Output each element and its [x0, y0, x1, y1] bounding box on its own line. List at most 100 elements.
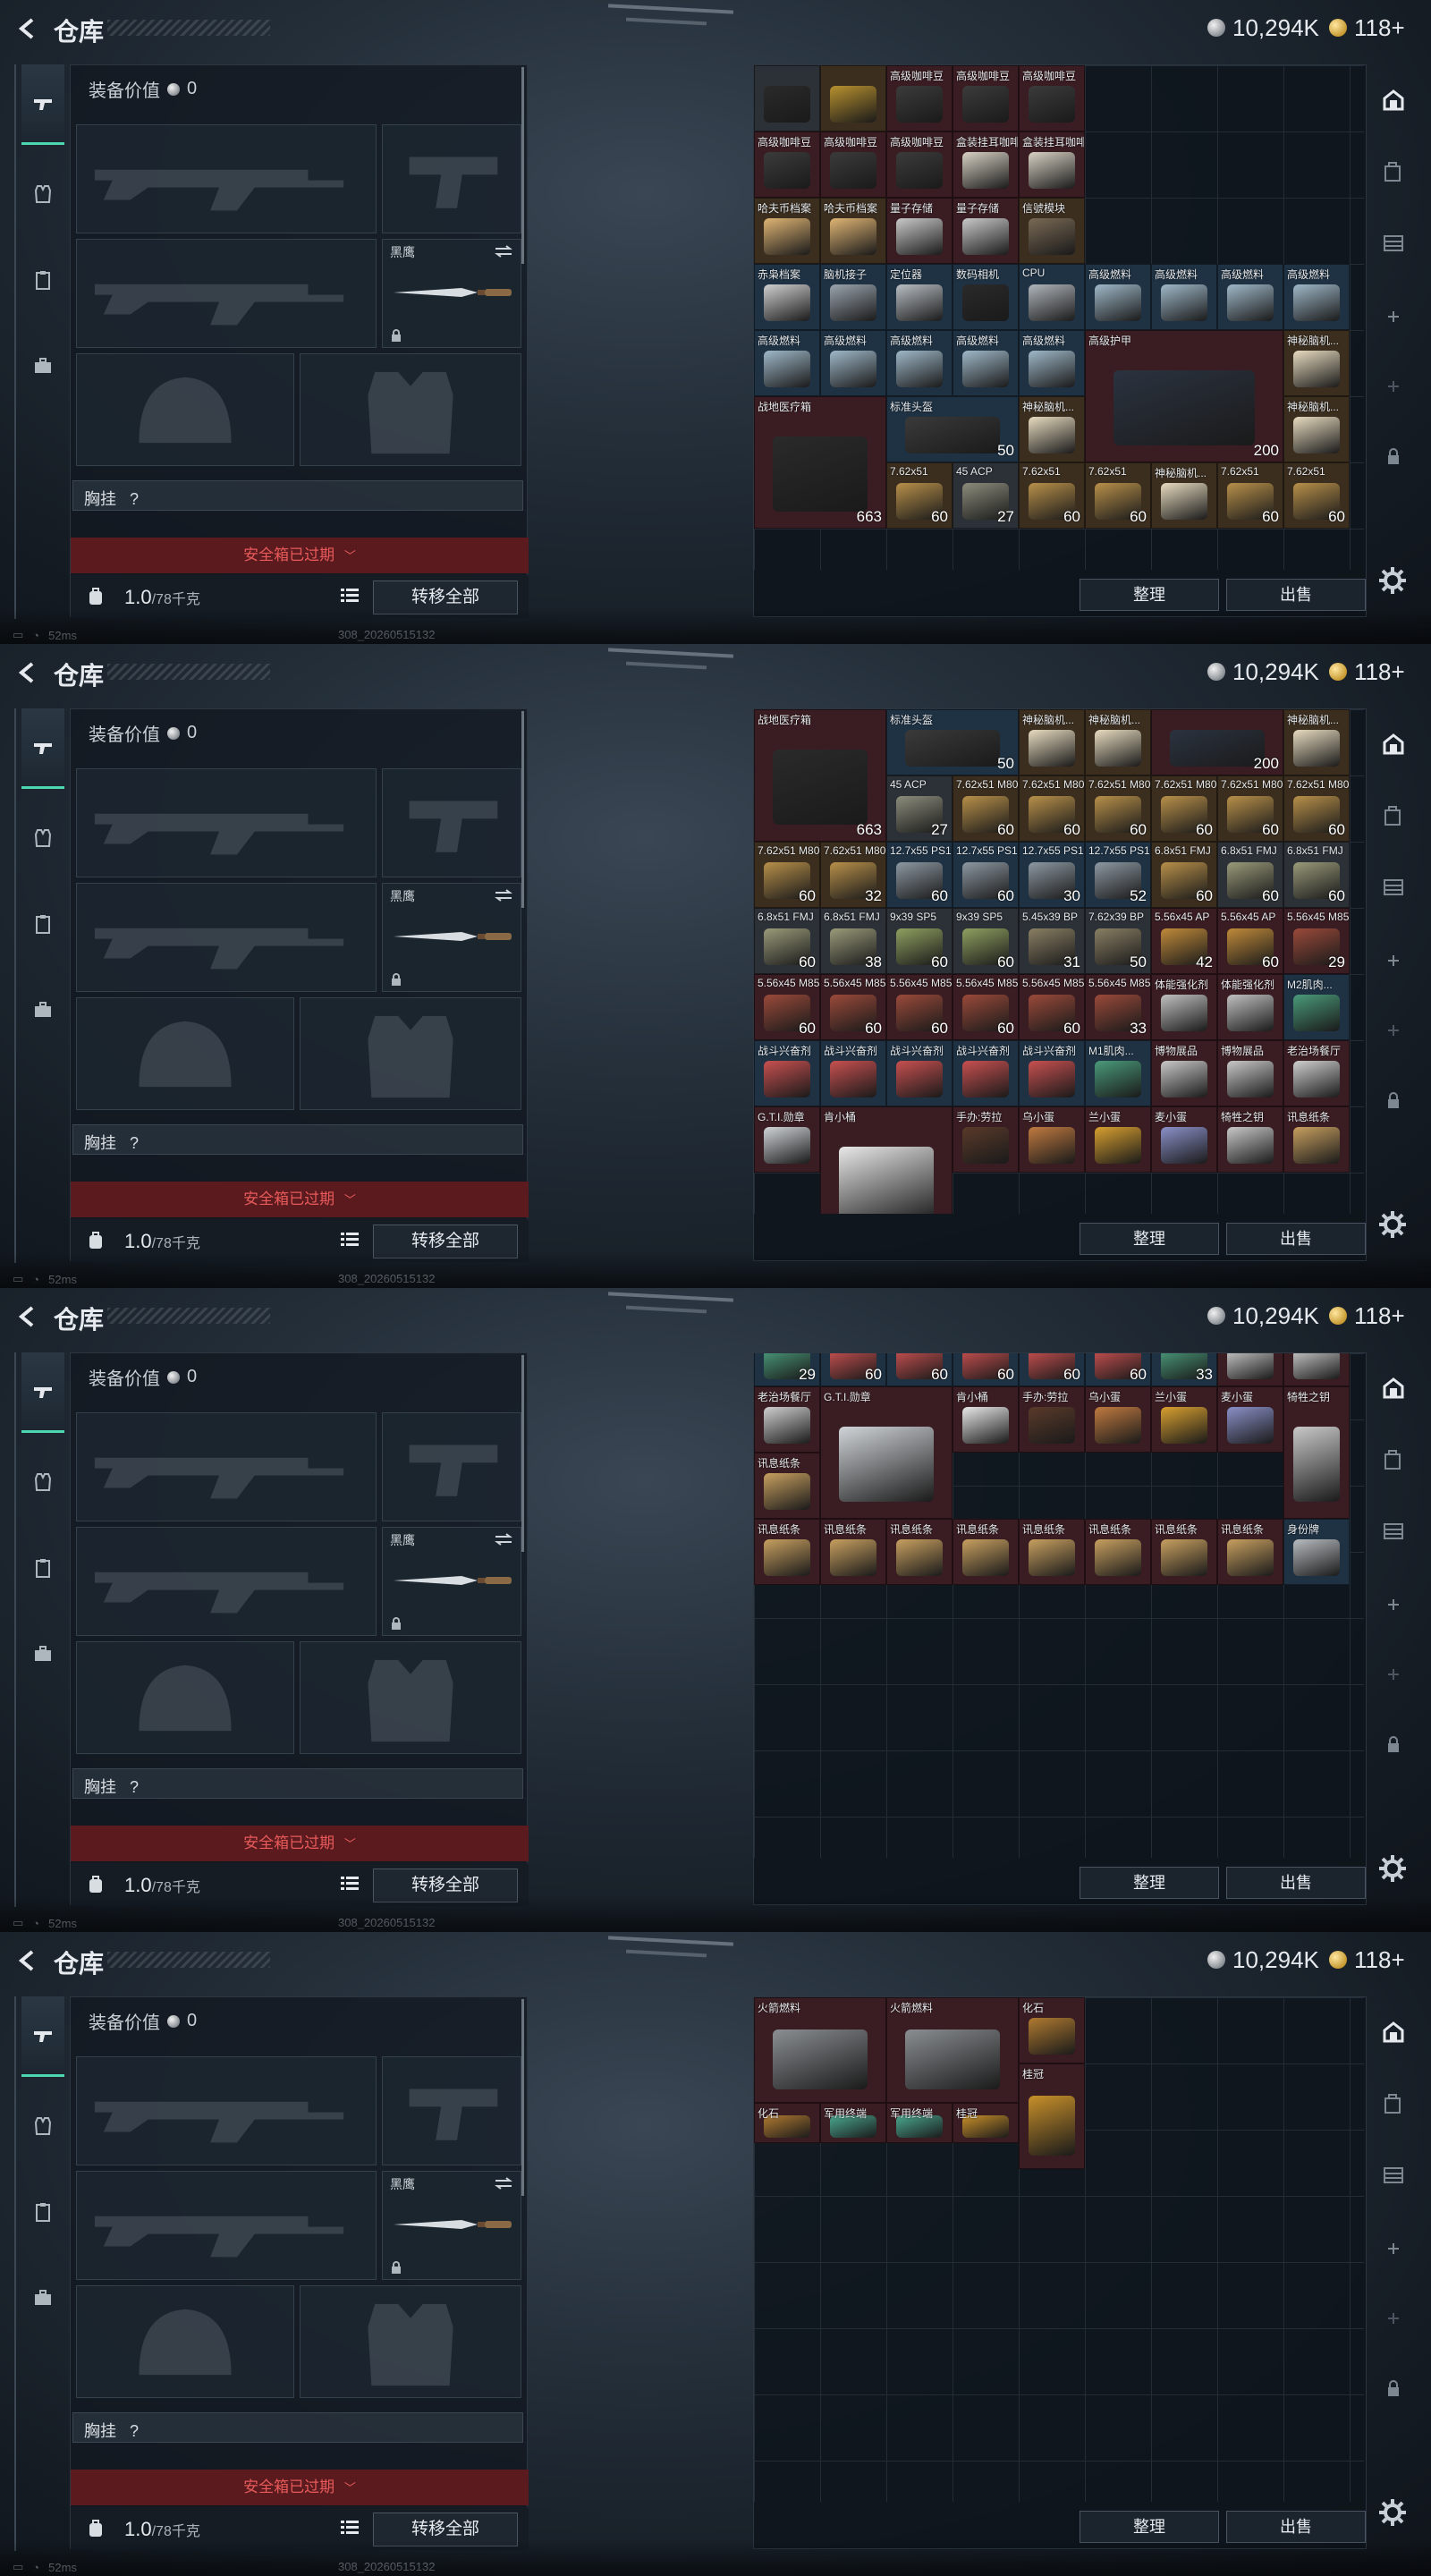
storage-item[interactable]	[820, 65, 886, 131]
add-storage-button[interactable]	[1376, 369, 1411, 404]
tab-weapons[interactable]	[21, 708, 64, 789]
storage-item[interactable]: 讯息纸条	[1019, 1519, 1085, 1585]
storage-item[interactable]: 6.8x51 FMJ 60	[754, 908, 820, 974]
tab-weapons[interactable]	[21, 1996, 64, 2077]
storage-item[interactable]: 7.62x51 60	[886, 462, 953, 529]
storage-item[interactable]: 高级咖啡豆	[886, 65, 953, 131]
sell-button[interactable]: 出售	[1226, 1867, 1366, 1899]
chest-rig-slot[interactable]: 胸挂 ?	[72, 480, 523, 511]
storage-item[interactable]: 老治场餐厅	[1283, 1040, 1350, 1106]
storage-item[interactable]: G.T.I.勋章	[754, 1106, 820, 1173]
storage-item[interactable]: 高级咖啡豆	[754, 131, 820, 198]
storage-item[interactable]: 量子存储	[953, 198, 1019, 264]
add-storage-button[interactable]	[1376, 1657, 1411, 1692]
storage-item[interactable]: 高级护甲 200	[1085, 330, 1283, 462]
storage-item[interactable]: 神秘脑机...	[1283, 709, 1350, 775]
storage-item[interactable]: 讯息纸条	[953, 1519, 1019, 1585]
storage-item[interactable]: 桂冠	[953, 2103, 1019, 2143]
storage-item[interactable]: 战斗兴奋剂	[754, 1040, 820, 1106]
storage-item[interactable]: 脑机接子	[820, 264, 886, 330]
tab-rig[interactable]	[21, 884, 64, 964]
storage-item[interactable]: 老治场餐厅	[754, 1386, 820, 1453]
storage-item[interactable]: 化石	[754, 2103, 820, 2143]
tab-armor[interactable]	[21, 798, 64, 878]
back-button[interactable]	[14, 14, 43, 43]
storage-item[interactable]: 标准头盔 50	[886, 709, 1019, 775]
sort-button[interactable]: 整理	[1080, 1223, 1219, 1255]
gold-currency[interactable]: 118+	[1329, 1302, 1405, 1329]
tab-backpack[interactable]	[21, 1614, 64, 1694]
storage-item[interactable]: 博物展品	[1283, 1353, 1350, 1386]
storage-item[interactable]: 高级燃料	[820, 330, 886, 396]
storage-item[interactable]: 高级燃料	[953, 330, 1019, 396]
storage-item[interactable]: 哈夫币档案	[820, 198, 886, 264]
melee-slot[interactable]: 黑鹰	[382, 1527, 521, 1636]
list-icon[interactable]	[341, 2520, 359, 2536]
storage-item[interactable]: 7.62x51 M80 60	[1019, 775, 1085, 842]
sell-button[interactable]: 出售	[1226, 579, 1366, 611]
storage-item[interactable]: 45 ACP 27	[953, 462, 1019, 529]
storage-item[interactable]: 讯息纸条	[1283, 1106, 1350, 1173]
storage-item[interactable]: CPU	[1019, 264, 1085, 330]
tab-weapons[interactable]	[21, 64, 64, 145]
storage-item[interactable]: 神秘脑机...	[1085, 709, 1151, 775]
tab-warehouse[interactable]	[1376, 2014, 1411, 2050]
storage-item[interactable]: 兰小蛋	[1085, 1106, 1151, 1173]
storage-item[interactable]: 手办:劳拉	[953, 1106, 1019, 1173]
storage-item[interactable]: 肯小桶	[820, 1106, 953, 1214]
storage-item[interactable]: M1肌肉...33	[1151, 1353, 1217, 1386]
tab-storage-3[interactable]	[1376, 1513, 1411, 1549]
gear-icon[interactable]	[1377, 565, 1408, 596]
storage-item[interactable]: 战斗兴奋剂60	[886, 1353, 953, 1386]
storage-item[interactable]: 9x39 SP5 60	[953, 908, 1019, 974]
helmet-slot[interactable]	[76, 997, 294, 1110]
chest-rig-slot[interactable]: 胸挂 ?	[72, 1124, 523, 1155]
storage-item[interactable]: 肯小桶	[953, 1386, 1019, 1453]
storage-item[interactable]: 神秘脑机...	[1283, 396, 1350, 462]
storage-item[interactable]: 12.7x55 PS12A 30	[1019, 842, 1085, 908]
pistol-slot[interactable]	[382, 1412, 521, 1521]
storage-item[interactable]: 高级燃料	[1085, 264, 1151, 330]
add-storage-button[interactable]	[1376, 2301, 1411, 2336]
safebox-expired-banner[interactable]: 安全箱已过期 ﹀	[71, 1182, 529, 1217]
storage-item[interactable]: 高级燃料	[1019, 330, 1085, 396]
tab-warehouse[interactable]	[1376, 726, 1411, 762]
storage-item[interactable]: 战斗兴奋剂	[886, 1040, 953, 1106]
storage-item[interactable]: 200	[1151, 709, 1283, 775]
sort-button[interactable]: 整理	[1080, 2511, 1219, 2543]
storage-item[interactable]: M2肌肉...	[1283, 974, 1350, 1040]
storage-item[interactable]: 战斗兴奋剂60	[1019, 1353, 1085, 1386]
safebox-expired-banner[interactable]: 安全箱已过期 ﹀	[71, 2470, 529, 2505]
storage-item[interactable]: 5.56x45 M855A1 33	[1085, 974, 1151, 1040]
storage-item[interactable]: 信號模块	[1019, 198, 1085, 264]
tab-storage-3[interactable]	[1376, 225, 1411, 261]
storage-item[interactable]: 火箭燃料	[886, 1997, 1019, 2104]
storage-item[interactable]: 高级燃料	[1151, 264, 1217, 330]
storage-item[interactable]: 5.56x45 M855A1 60	[754, 974, 820, 1040]
tab-rig[interactable]	[21, 1528, 64, 1608]
storage-item[interactable]: 5.56x45 M855A1 29	[1283, 908, 1350, 974]
secondary-weapon-slot[interactable]	[76, 1527, 377, 1636]
sort-button[interactable]: 整理	[1080, 1867, 1219, 1899]
storage-item[interactable]: 博物展品	[1151, 1040, 1217, 1106]
equipment-scrollbar[interactable]	[521, 711, 524, 908]
primary-weapon-slot[interactable]	[76, 768, 377, 877]
storage-item[interactable]: 盒装挂耳咖啡	[1019, 131, 1085, 198]
storage-item[interactable]: 哈夫币档案	[754, 198, 820, 264]
storage-item[interactable]: 7.62x51 M80 60	[1085, 775, 1151, 842]
storage-item[interactable]: 讯息纸条	[1217, 1519, 1283, 1585]
primary-weapon-slot[interactable]	[76, 2056, 377, 2165]
storage-item[interactable]: 12.7x55 PS12A 60	[886, 842, 953, 908]
storage-item[interactable]: 5.56x45 M855A1 60	[953, 974, 1019, 1040]
pistol-slot[interactable]	[382, 124, 521, 233]
storage-item[interactable]: 体能强化剂	[1151, 974, 1217, 1040]
storage-item[interactable]: 战地医疗箱 663	[754, 709, 886, 842]
storage-item[interactable]: 讯息纸条	[820, 1519, 886, 1585]
storage-item[interactable]: 神秘脑机...	[1019, 396, 1085, 462]
tab-storage-2[interactable]	[1376, 2086, 1411, 2122]
storage-item[interactable]: 战斗兴奋剂	[1019, 1040, 1085, 1106]
storage-item[interactable]: 高级咖啡豆	[1019, 65, 1085, 131]
transfer-all-button[interactable]: 转移全部	[373, 1224, 518, 1258]
storage-item[interactable]: 讯息纸条	[1151, 1519, 1217, 1585]
gold-currency[interactable]: 118+	[1329, 1946, 1405, 1973]
